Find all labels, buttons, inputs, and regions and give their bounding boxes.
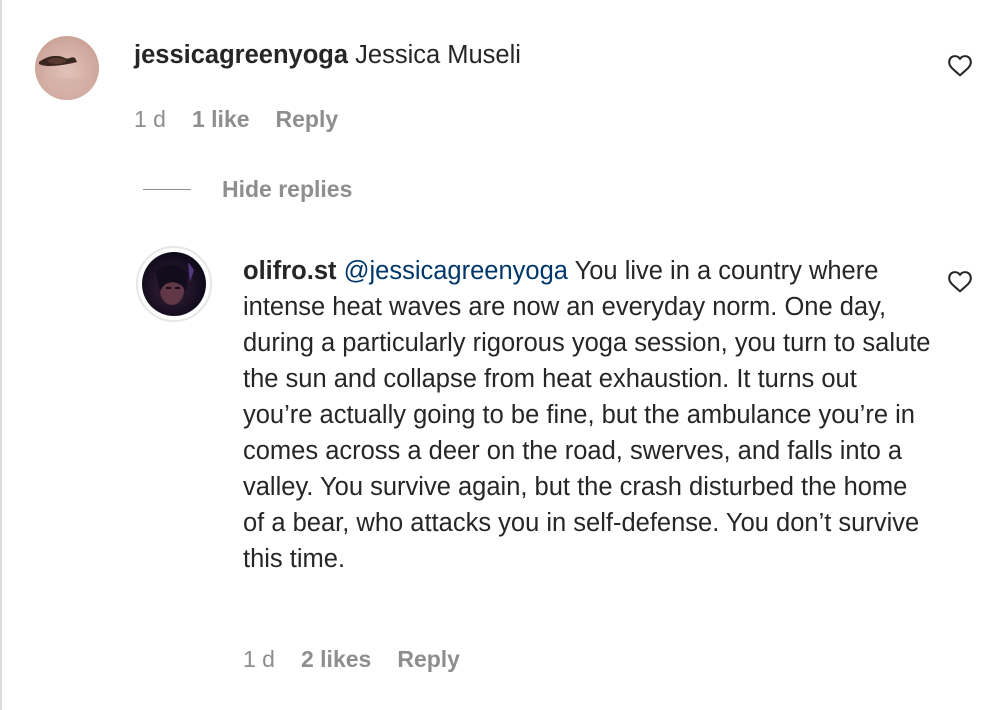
- reply-timestamp[interactable]: 1 d: [243, 646, 275, 673]
- comment-body: jessicagreenyoga Jessica Museli: [134, 37, 521, 73]
- reply-text: You live in a country where intense heat…: [243, 257, 931, 573]
- reply-button[interactable]: Reply: [276, 106, 339, 133]
- reply-likes-count[interactable]: 2 likes: [301, 646, 371, 673]
- avatar-photo: [142, 252, 206, 316]
- reply-meta: 1 d 2 likes Reply: [243, 646, 486, 673]
- avatar[interactable]: [35, 36, 99, 100]
- comment-text: Jessica Museli: [348, 41, 521, 69]
- avatar[interactable]: [136, 246, 212, 322]
- comment-username[interactable]: jessicagreenyoga: [134, 41, 348, 69]
- comment-timestamp[interactable]: 1 d: [134, 106, 166, 133]
- window-edge: [0, 0, 2, 710]
- hide-replies-button[interactable]: Hide replies: [143, 176, 352, 203]
- heart-icon[interactable]: [947, 269, 973, 295]
- reply-username[interactable]: olifro.st: [243, 257, 337, 285]
- hide-replies-label: Hide replies: [222, 176, 353, 202]
- avatar-photo: [35, 36, 99, 100]
- mention-link[interactable]: @jessicagreenyoga: [344, 257, 568, 285]
- comment-meta: 1 d 1 like Reply: [134, 106, 364, 133]
- reply-body: olifro.st @jessicagreenyoga You live in …: [243, 253, 933, 577]
- heart-icon[interactable]: [947, 53, 973, 79]
- reply-button[interactable]: Reply: [397, 646, 460, 673]
- replies-divider-line: [143, 188, 191, 191]
- comment-likes-count[interactable]: 1 like: [192, 106, 250, 133]
